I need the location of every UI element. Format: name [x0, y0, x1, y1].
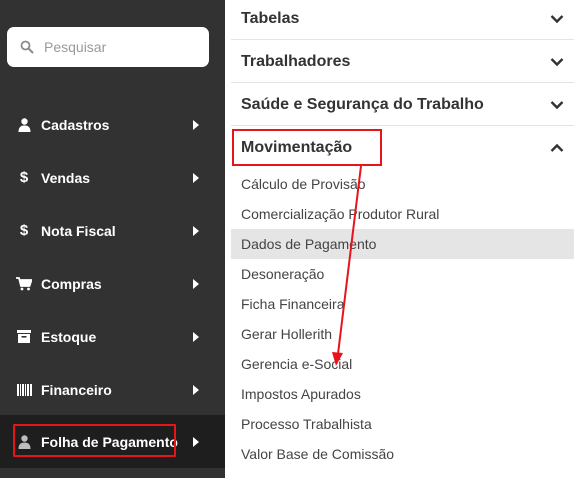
sidebar-item-label: Cadastros: [41, 116, 110, 133]
annotation-highlight-box: [232, 129, 382, 166]
menu-item-dados-pagamento[interactable]: Dados de Pagamento: [231, 229, 574, 259]
sidebar-item-label: Vendas: [41, 169, 91, 186]
sidebar: Cadastros $ Vendas $ Nota Fiscal Compras…: [0, 0, 225, 478]
chevron-right-icon: [193, 436, 199, 447]
menu-item-gerar-hollerith[interactable]: Gerar Hollerith: [231, 319, 574, 349]
cart-icon: [16, 276, 32, 292]
section-title: Saúde e Segurança do Trabalho: [241, 95, 484, 113]
barcode-icon: [16, 382, 32, 398]
section-title: Tabelas: [241, 9, 300, 27]
chevron-right-icon: [193, 331, 199, 342]
chevron-down-icon: [550, 14, 564, 23]
chevron-up-icon: [550, 143, 564, 152]
section-trabalhadores[interactable]: Trabalhadores: [231, 41, 574, 83]
annotation-highlight-box: [13, 424, 176, 457]
sidebar-item-label: Compras: [41, 275, 102, 292]
menu-item-gerencia-esocial[interactable]: Gerencia e-Social: [231, 349, 574, 379]
menu-item-ficha-financeira[interactable]: Ficha Financeira: [231, 289, 574, 319]
chevron-right-icon: [193, 384, 199, 395]
sidebar-item-label: Estoque: [41, 328, 97, 345]
chevron-down-icon: [550, 57, 564, 66]
user-icon: [16, 117, 32, 133]
search-box[interactable]: [7, 27, 209, 67]
menu-item-desoneracao[interactable]: Desoneração: [231, 259, 574, 289]
chevron-right-icon: [193, 172, 199, 183]
search-icon: [20, 40, 34, 54]
chevron-right-icon: [193, 278, 199, 289]
dollar-icon: $: [19, 169, 29, 186]
section-title: Trabalhadores: [241, 52, 351, 70]
sidebar-item-label: Financeiro: [41, 381, 112, 398]
sidebar-item-financeiro[interactable]: Financeiro: [0, 363, 225, 416]
search-input[interactable]: [44, 39, 204, 55]
sidebar-item-cadastros[interactable]: Cadastros: [0, 98, 225, 151]
section-saude-seguranca[interactable]: Saúde e Segurança do Trabalho: [231, 84, 574, 126]
chevron-right-icon: [193, 119, 199, 130]
chevron-down-icon: [550, 100, 564, 109]
sidebar-item-label: Nota Fiscal: [41, 222, 116, 239]
menu-item-impostos-apurados[interactable]: Impostos Apurados: [231, 379, 574, 409]
sidebar-item-nota-fiscal[interactable]: $ Nota Fiscal: [0, 204, 225, 257]
chevron-right-icon: [193, 225, 199, 236]
section-tabelas[interactable]: Tabelas: [231, 0, 574, 40]
sidebar-item-compras[interactable]: Compras: [0, 257, 225, 310]
menu-item-processo-trabalhista[interactable]: Processo Trabalhista: [231, 409, 574, 439]
inbox-icon: [16, 329, 32, 345]
sidebar-item-vendas[interactable]: $ Vendas: [0, 151, 225, 204]
menu-item-calculo-provisao[interactable]: Cálculo de Provisão: [231, 169, 574, 199]
menu-item-valor-base-comissao[interactable]: Valor Base de Comissão: [231, 439, 574, 469]
sidebar-item-estoque[interactable]: Estoque: [0, 310, 225, 363]
menu-item-comercializacao-produtor-rural[interactable]: Comercialização Produtor Rural: [231, 199, 574, 229]
dollar-icon: $: [19, 222, 29, 239]
menu-panel: Tabelas Trabalhadores Saúde e Segurança …: [231, 0, 574, 478]
